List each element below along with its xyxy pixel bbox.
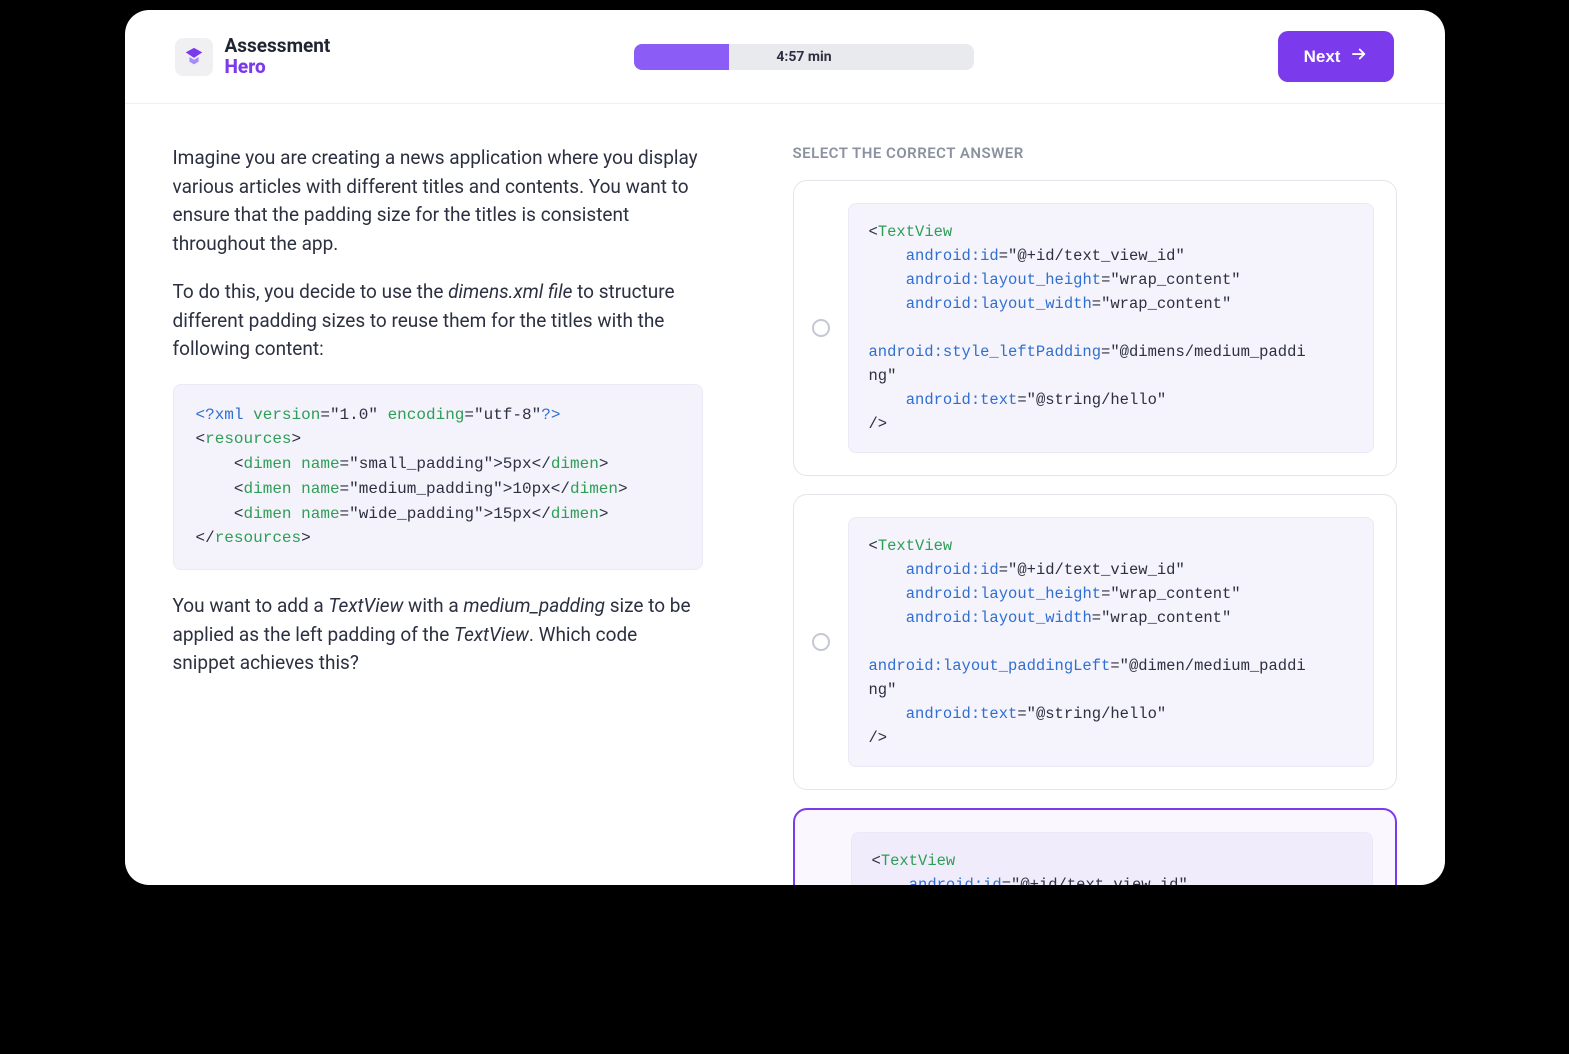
answer-1-code: <TextView android:id="@+id/text_view_id"… <box>848 203 1374 453</box>
app-frame: Assessment Hero 4:57 min Next Imagine yo… <box>125 10 1445 885</box>
arrow-right-icon <box>1350 45 1368 68</box>
progress-bar: 4:57 min <box>634 44 974 70</box>
timer-label: 4:57 min <box>634 49 974 65</box>
question-paragraph-3: You want to add a TextView with a medium… <box>173 592 703 678</box>
next-button[interactable]: Next <box>1278 31 1395 82</box>
logo-icon <box>175 38 213 76</box>
logo: Assessment Hero <box>175 36 331 78</box>
content-area: Imagine you are creating a news applicat… <box>125 104 1445 885</box>
answer-option-2[interactable]: <TextView android:id="@+id/text_view_id"… <box>793 494 1397 790</box>
answers-panel: SELECT THE CORRECT ANSWER <TextView andr… <box>793 144 1397 845</box>
next-button-label: Next <box>1304 47 1341 67</box>
radio-unchecked-icon <box>812 633 830 651</box>
answer-option-3[interactable]: <TextView android:id="@+id/text_view_id"… <box>793 808 1397 885</box>
answer-option-1[interactable]: <TextView android:id="@+id/text_view_id"… <box>793 180 1397 476</box>
dimens-xml-code: <?xml version="1.0" encoding="utf-8"?> <… <box>173 384 703 571</box>
header: Assessment Hero 4:57 min Next <box>125 10 1445 104</box>
answer-2-code: <TextView android:id="@+id/text_view_id"… <box>848 517 1374 767</box>
logo-text-line2: Hero <box>225 57 331 78</box>
answer-3-code: <TextView android:id="@+id/text_view_id"… <box>851 832 1373 885</box>
radio-unchecked-icon <box>812 319 830 337</box>
answers-heading: SELECT THE CORRECT ANSWER <box>793 144 1397 162</box>
question-paragraph-1: Imagine you are creating a news applicat… <box>173 144 703 258</box>
logo-text-line1: Assessment <box>225 36 331 57</box>
question-panel: Imagine you are creating a news applicat… <box>173 144 703 845</box>
question-paragraph-2: To do this, you decide to use the dimens… <box>173 278 703 364</box>
